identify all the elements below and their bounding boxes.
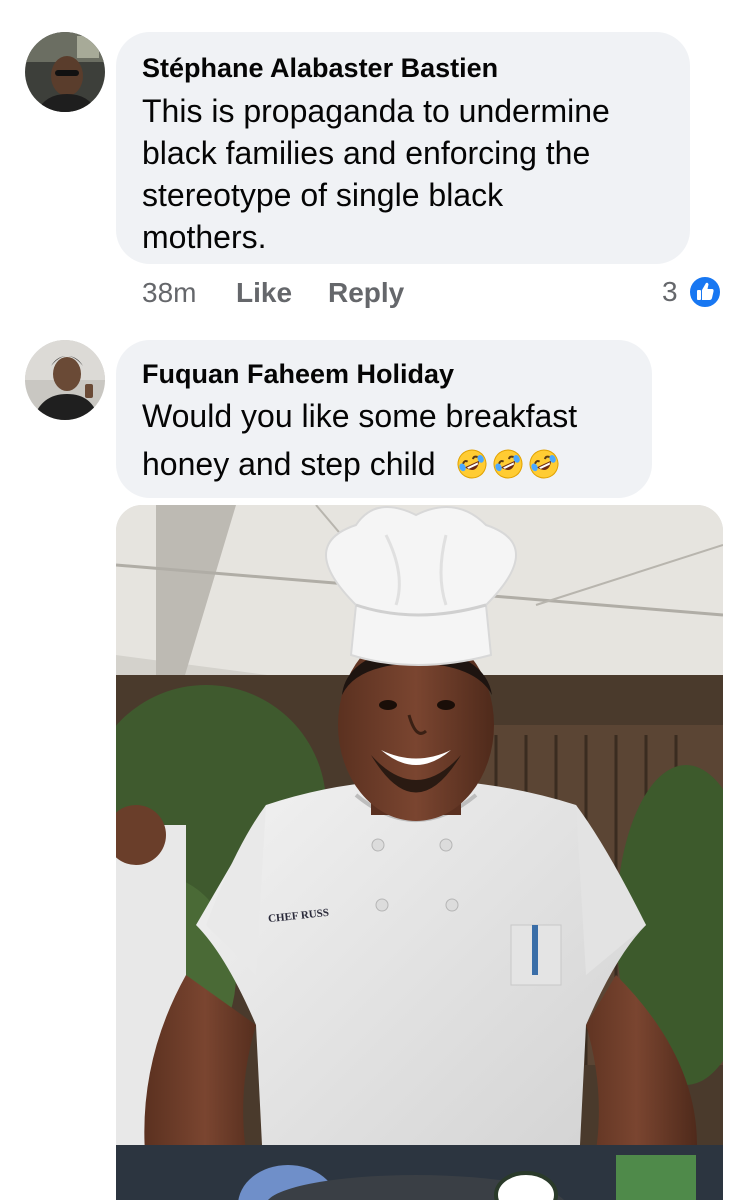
comment-line-text: honey and step child [142,446,436,482]
comment-line: black families and enforcing the [142,135,591,171]
reply-button[interactable]: Reply [328,276,404,310]
comment-text: This is propaganda to undermine black fa… [142,90,690,258]
thumbs-up-icon [688,275,722,309]
comment-text: Would you like some breakfast honey and … [142,392,652,488]
comment-thread: Stéphane Alabaster Bastien This is propa… [0,0,748,1200]
comment-bubble: Fuquan Faheem Holiday Would you like som… [116,340,652,498]
comment-line: honey and step child [142,440,652,488]
comment-photo-attachment[interactable]: CHEF RUSS [116,505,723,1200]
avatar[interactable] [25,340,105,420]
rolling-on-floor-laughing-emoji [457,449,487,479]
rolling-on-floor-laughing-emoji [493,449,523,479]
rolling-on-floor-laughing-emoji [529,449,559,479]
comment-line: stereotype of single black [142,177,504,213]
comment-line: mothers. [142,219,267,255]
reaction-summary[interactable]: 3 [662,274,724,310]
avatar[interactable] [25,32,105,112]
comment-line: Would you like some breakfast [142,398,578,434]
comment-author[interactable]: Stéphane Alabaster Bastien [142,52,690,84]
chef-photo [116,505,723,1200]
comment-author[interactable]: Fuquan Faheem Holiday [142,358,652,390]
avatar-photo [25,32,105,112]
comment-line: This is propaganda to undermine [142,93,610,129]
comment-timestamp[interactable]: 38m [142,276,196,310]
like-button[interactable]: Like [236,276,292,310]
avatar-photo [25,340,105,420]
comment-actions: 38m Like Reply [0,276,748,310]
comment-bubble: Stéphane Alabaster Bastien This is propa… [116,32,690,264]
reaction-count: 3 [662,276,678,307]
